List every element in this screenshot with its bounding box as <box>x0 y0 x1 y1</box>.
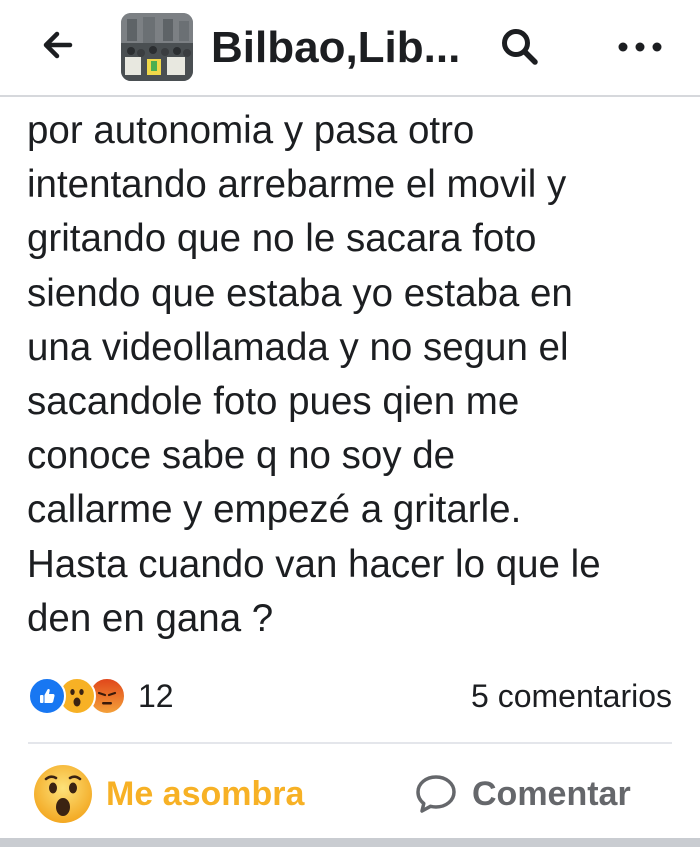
post-text-line: una videollamada y no segun el <box>27 325 569 369</box>
reaction-count: 12 <box>138 677 174 714</box>
like-reaction-icon <box>28 677 66 715</box>
comment-bubble-icon <box>416 775 456 813</box>
comment-button[interactable]: Comentar <box>414 762 631 826</box>
react-button[interactable]: Me asombra <box>32 762 304 826</box>
bottom-separator <box>0 838 700 847</box>
post-screen: Bilbao,Lib... por autonomia y pasa otro … <box>0 0 700 847</box>
post-text-line: sacandole foto pues qien me <box>27 380 520 424</box>
react-button-label: Me asombra <box>106 774 305 813</box>
divider <box>28 742 672 744</box>
post-text-line: intentando arrebarme el movil y <box>27 163 567 207</box>
group-avatar[interactable] <box>121 13 193 81</box>
more-options-button[interactable] <box>608 22 672 72</box>
back-button[interactable] <box>28 20 88 70</box>
group-photo <box>121 13 193 81</box>
group-title[interactable]: Bilbao,Lib... <box>211 22 460 74</box>
app-header: Bilbao,Lib... <box>0 0 700 97</box>
search-button[interactable] <box>492 22 548 72</box>
post-text-line: por autonomia y pasa otro <box>27 109 475 152</box>
wow-emoji-icon <box>34 765 92 823</box>
arrow-left-icon <box>43 31 73 59</box>
search-icon <box>502 29 538 65</box>
comment-button-label: Comentar <box>472 774 631 813</box>
more-horizontal-icon <box>618 42 662 52</box>
reactions-summary[interactable]: 12 <box>28 676 174 716</box>
post-text-line: callarme y empezé a gritarle. <box>27 488 522 532</box>
post-body-text: por autonomia y pasa otro intentando arr… <box>27 104 687 646</box>
post-text-line: siendo que estaba yo estaba en <box>27 271 573 315</box>
post-text-line: conoce sabe q no soy de <box>27 434 456 478</box>
post-text-line: Hasta cuando van hacer lo que le <box>27 542 601 586</box>
post-text-line: den en gana ? <box>27 596 274 640</box>
comments-count-link[interactable]: 5 comentarios <box>471 676 672 716</box>
post-text-line: gritando que no le sacara foto <box>27 217 537 261</box>
